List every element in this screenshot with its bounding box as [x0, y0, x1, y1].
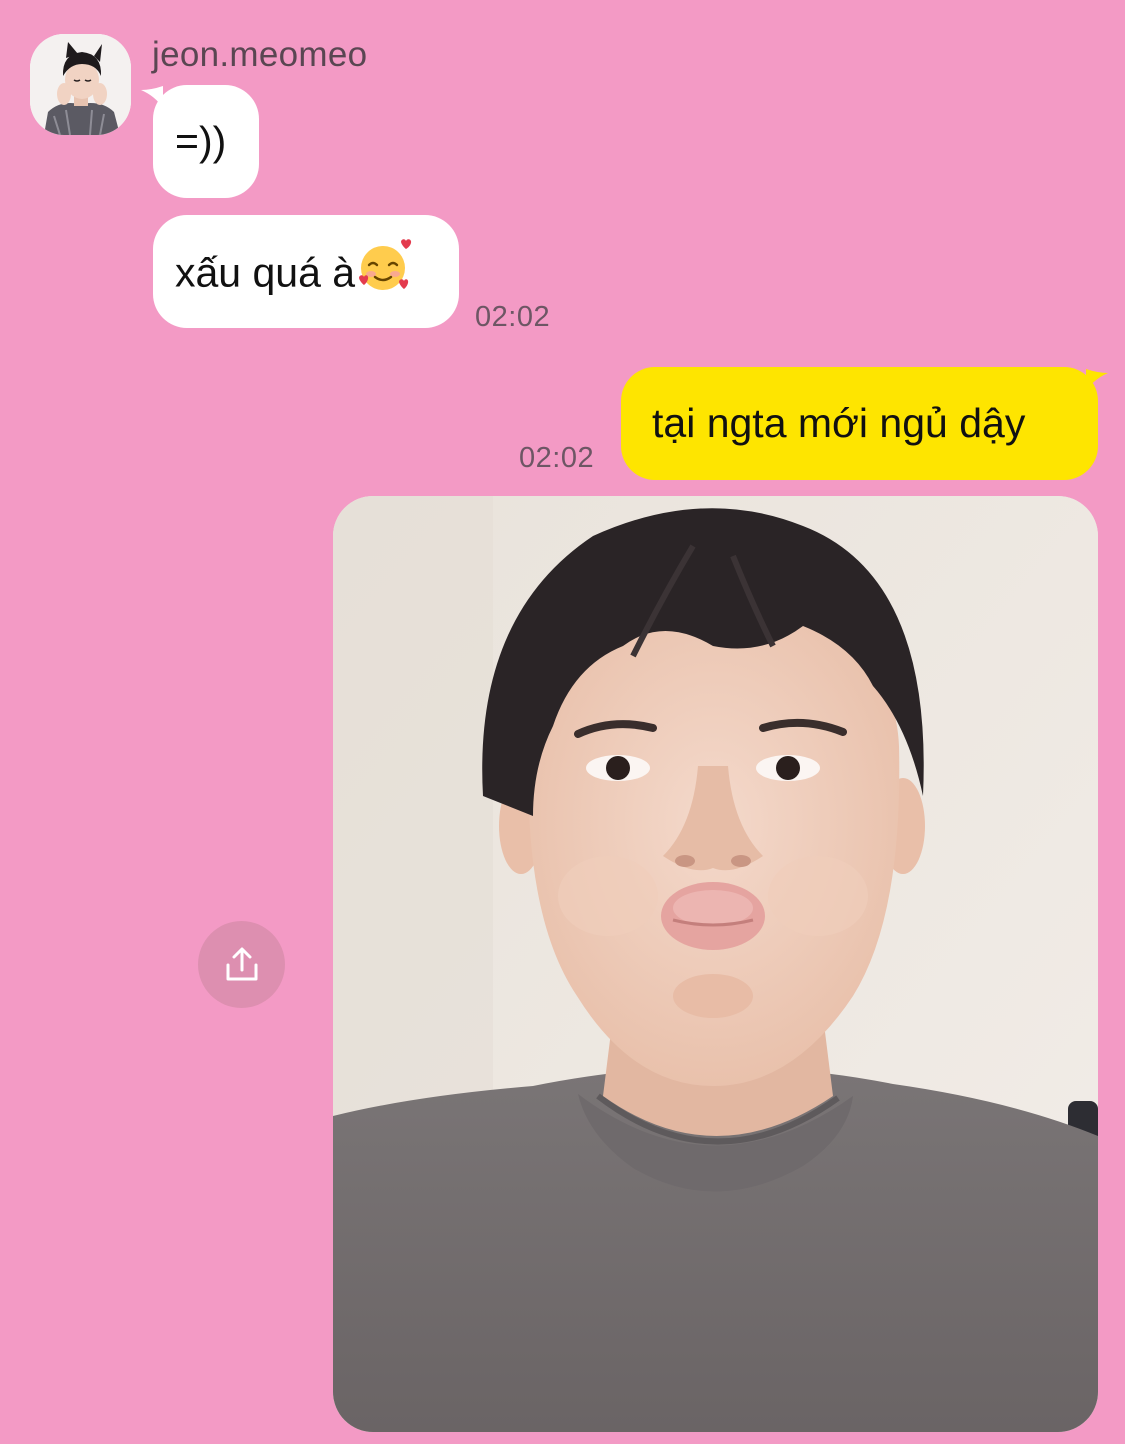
photo-message[interactable]: [333, 496, 1098, 1432]
sender-name: jeon.meomeo: [152, 35, 368, 74]
message-bubble-incoming[interactable]: =)): [153, 85, 259, 198]
share-button[interactable]: [198, 921, 285, 1008]
message-timestamp: 02:02: [519, 442, 595, 474]
smiling-face-with-hearts-icon: [357, 238, 413, 305]
selfie-photo: [333, 496, 1098, 1432]
message-bubble-incoming[interactable]: xấu quá à: [153, 215, 459, 328]
message-text: =)): [175, 118, 227, 164]
message-text: xấu quá à: [175, 249, 356, 296]
share-icon: [226, 947, 257, 980]
avatar-image: [30, 34, 131, 135]
message-bubble-outgoing[interactable]: tại ngta mới ngủ dậy: [621, 367, 1098, 480]
sender-avatar[interactable]: [30, 34, 131, 135]
message-timestamp: 02:02: [475, 301, 551, 333]
message-text: tại ngta mới ngủ dậy: [652, 400, 1026, 446]
